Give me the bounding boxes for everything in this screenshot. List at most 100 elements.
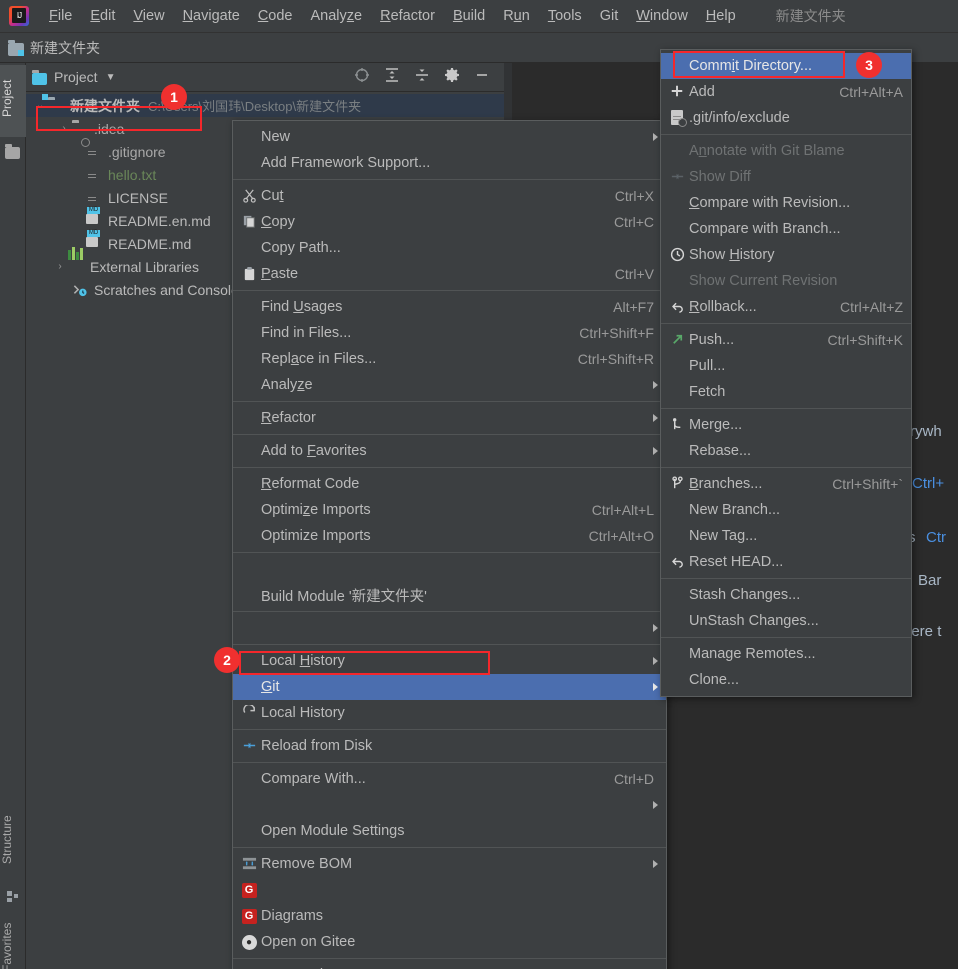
menu-item-build-module[interactable] [233, 556, 666, 582]
menu-item-find-in-files[interactable]: Find in Files... Ctrl+Shift+F [233, 320, 666, 346]
chevron-collapsed-icon[interactable]: › [52, 261, 68, 272]
sidebar-item-structure[interactable]: Structure [0, 803, 26, 881]
menu-item-create-gist-gitee[interactable]: G Diagrams [233, 903, 666, 929]
idea-window: IJ File Edit View Navigate Code Analyze … [0, 0, 958, 969]
menu-item-remove-module[interactable]: Optimize Imports Ctrl+Alt+O [233, 523, 666, 549]
collapse-all-icon[interactable] [414, 67, 430, 88]
menu-item-reload-from-disk[interactable]: Local History [233, 700, 666, 726]
menu-item-cut[interactable]: Cut Ctrl+X [233, 183, 666, 209]
menu-item-rebuild-module[interactable]: Build Module '新建文件夹' [233, 582, 666, 608]
menu-item-refactor[interactable]: Refactor [233, 405, 666, 431]
menu-item-clone[interactable]: Clone... [661, 667, 911, 693]
menu-refactor[interactable]: Refactor [371, 5, 444, 27]
menu-item-git-add[interactable]: Add Ctrl+Alt+A [661, 79, 911, 105]
submenu-arrow-icon [653, 657, 658, 665]
menu-item-new-tag[interactable]: New Tag... [661, 523, 911, 549]
no-icon [237, 475, 261, 493]
github-icon: ● [237, 933, 261, 951]
menu-navigate[interactable]: Navigate [174, 5, 249, 27]
menu-separator [661, 408, 911, 409]
tree-node-project-root[interactable]: ⌄ 新建文件夹 C:\Users\刘国玮\Desktop\新建文件夹 [26, 93, 504, 117]
menu-item-show-current-revision: Show Current Revision [661, 268, 911, 294]
menu-item-rollback[interactable]: Rollback... Ctrl+Alt+Z [661, 294, 911, 320]
no-icon [237, 770, 261, 788]
annotation-badge-3: 3 [856, 52, 882, 78]
locate-icon[interactable] [354, 67, 370, 88]
menu-item-copy[interactable]: Copy Ctrl+C [233, 209, 666, 235]
chevron-collapsed-icon[interactable]: › [56, 123, 72, 134]
menu-item-paste[interactable]: Paste Ctrl+V [233, 261, 666, 287]
push-icon [665, 331, 689, 349]
menu-item-compare-with[interactable]: Reload from Disk [233, 733, 666, 759]
menu-code[interactable]: Code [249, 5, 302, 27]
ignored-file-icon [665, 109, 689, 127]
menu-item-remove-bom[interactable]: Open Module Settings [233, 818, 666, 844]
hide-icon[interactable] [474, 67, 490, 88]
tree-node-label: .gitignore [108, 143, 166, 160]
menu-item-analyze[interactable]: Analyze [233, 372, 666, 398]
menu-window[interactable]: Window [627, 5, 697, 27]
menu-item-merge[interactable]: Merge... [661, 412, 911, 438]
no-icon [237, 501, 261, 519]
menu-item-manage-remotes[interactable]: Manage Remotes... [661, 641, 911, 667]
menu-analyze[interactable]: Analyze [302, 5, 372, 27]
plus-icon [665, 83, 689, 101]
menu-item-show-history[interactable]: Show History [661, 242, 911, 268]
menu-build[interactable]: Build [444, 5, 494, 27]
menu-separator [233, 552, 666, 553]
menu-item-compare-with-branch[interactable]: Compare with Branch... [661, 216, 911, 242]
menu-item-push[interactable]: Push... Ctrl+Shift+K [661, 327, 911, 353]
menu-item-rebase[interactable]: Rebase... [661, 438, 911, 464]
menu-item-reset-head[interactable]: Reset HEAD... [661, 549, 911, 575]
menu-item-open-module-settings[interactable]: Compare With... Ctrl+D [233, 766, 666, 792]
sidebar-item-project[interactable]: Project [0, 65, 26, 137]
menu-item-branches[interactable]: Branches... Ctrl+Shift+` [661, 471, 911, 497]
no-icon [237, 796, 261, 814]
tree-node-label: README.md [108, 235, 192, 252]
menu-item-add-framework-support[interactable]: Add Framework Support... [233, 150, 666, 176]
menu-item-replace-in-files[interactable]: Replace in Files... Ctrl+Shift+R [233, 346, 666, 372]
menu-accel: Ctrl+Alt+L [591, 502, 654, 518]
menu-view[interactable]: View [124, 5, 173, 27]
menu-item-convert-java-to-kotlin[interactable]: Create Gist... [233, 962, 666, 969]
menu-item-open-in[interactable] [233, 615, 666, 641]
menu-item-pull[interactable]: Pull... [661, 353, 911, 379]
menu-item-reformat-code[interactable]: Reformat Code [233, 471, 666, 497]
menu-item-stash-changes[interactable]: Stash Changes... [661, 582, 911, 608]
sidebar-item-favorites[interactable]: Favorites [0, 913, 26, 969]
menu-item-local-history[interactable]: Local History [233, 648, 666, 674]
menu-file[interactable]: File [40, 5, 81, 27]
menu-item-unstash-changes[interactable]: UnStash Changes... [661, 608, 911, 634]
menu-item-new[interactable]: New [233, 124, 666, 150]
menu-separator [233, 467, 666, 468]
no-icon [665, 142, 689, 160]
chevron-down-icon[interactable]: ▼ [106, 72, 116, 83]
ignored-file-icon [81, 137, 103, 160]
menu-item-compare-with-revision[interactable]: Compare with Revision... [661, 190, 911, 216]
menu-git[interactable]: Git [591, 5, 628, 27]
menu-item-create-gist-github[interactable]: ● Open on Gitee [233, 929, 666, 955]
expand-all-icon[interactable] [384, 67, 400, 88]
menu-item-mark-directory-as[interactable] [233, 792, 666, 818]
menu-item-git-info-exclude[interactable]: .git/info/exclude [661, 105, 911, 131]
scratches-icon [72, 282, 89, 298]
sidebar-item-label: Structure [0, 815, 14, 865]
menu-item-copy-path[interactable]: Copy Path... [233, 235, 666, 261]
menu-item-fetch[interactable]: Fetch [661, 379, 911, 405]
menu-tools[interactable]: Tools [539, 5, 591, 27]
menu-item-git[interactable]: Git [233, 674, 666, 700]
menu-help[interactable]: Help [697, 5, 745, 27]
left-tool-strip: Project Structure Favorites [0, 63, 26, 969]
menu-item-open-on-gitee[interactable]: G [233, 877, 666, 903]
menu-item-find-usages[interactable]: Find Usages Alt+F7 [233, 294, 666, 320]
chevron-expanded-icon[interactable]: ⌄ [32, 100, 48, 111]
menu-item-diagrams[interactable]: Remove BOM [233, 851, 666, 877]
menu-item-add-to-favorites[interactable]: Add to Favorites [233, 438, 666, 464]
gear-icon[interactable] [444, 67, 460, 88]
menu-edit[interactable]: Edit [81, 5, 124, 27]
menu-run[interactable]: Run [494, 5, 539, 27]
no-icon [237, 527, 261, 545]
menu-item-optimize-imports[interactable]: Optimize Imports Ctrl+Alt+L [233, 497, 666, 523]
menu-item-new-branch[interactable]: New Branch... [661, 497, 911, 523]
no-icon [237, 376, 261, 394]
